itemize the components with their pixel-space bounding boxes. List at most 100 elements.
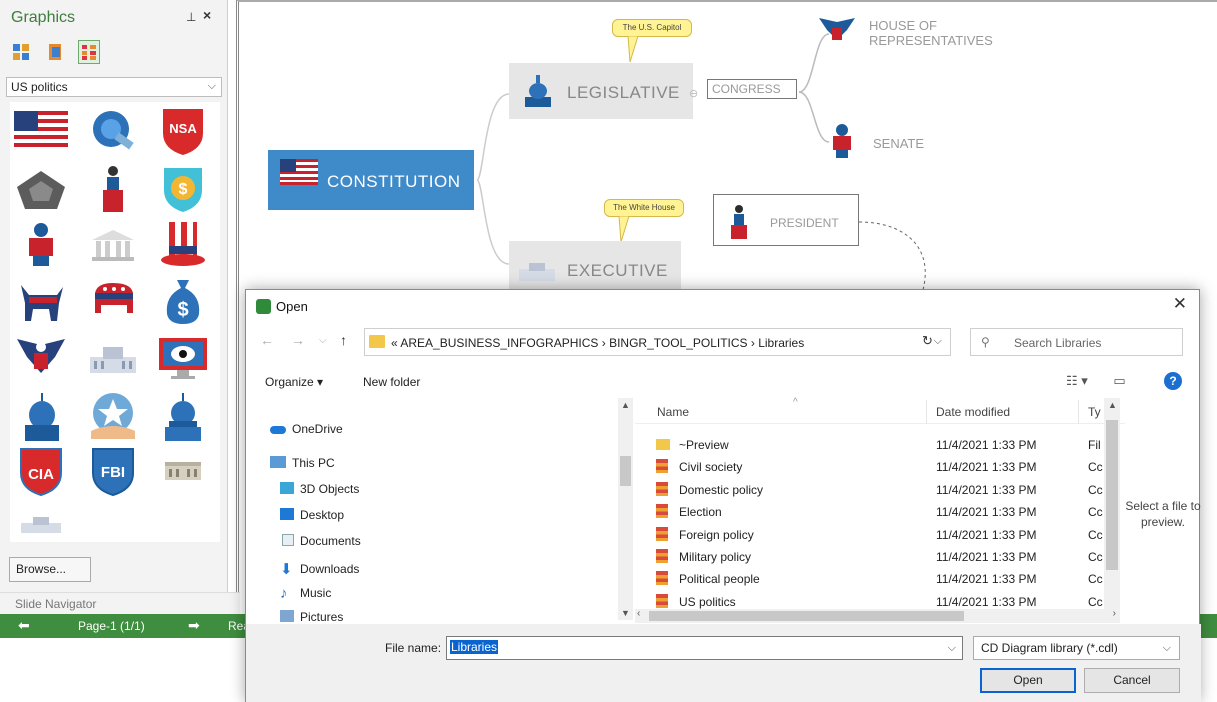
open-button[interactable]: Open — [980, 668, 1076, 693]
back-arrow-icon[interactable]: ← — [260, 332, 274, 348]
government-building-icon[interactable] — [154, 442, 212, 500]
eagle-emblem-icon[interactable] — [12, 330, 70, 388]
house-node[interactable]: HOUSE OF REPRESENTATIVES — [869, 18, 993, 48]
column-divider[interactable] — [926, 400, 927, 424]
scroll-thumb[interactable] — [620, 456, 631, 486]
file-row[interactable]: US politics 11/4/2021 1:33 PM Cc — [635, 591, 1125, 610]
close-icon[interactable]: ✕ — [1173, 294, 1187, 314]
uncle-sam-hat-icon[interactable] — [154, 216, 212, 274]
file-row[interactable]: Election 11/4/2021 1:33 PM Cc — [635, 501, 1125, 523]
president-node[interactable]: PRESIDENT — [713, 194, 859, 246]
file-list-scrollbar[interactable]: ▲ ▼ — [1104, 398, 1120, 620]
nav-item-desktop[interactable]: Desktop — [280, 508, 344, 522]
white-house-small-icon[interactable] — [12, 496, 70, 554]
pentagon-icon[interactable] — [12, 160, 70, 218]
white-house-callout[interactable]: The White House — [604, 199, 684, 217]
capitol-dome-icon[interactable] — [154, 388, 212, 446]
library-select[interactable]: US politics ⌵ — [6, 77, 222, 97]
nav-item-downloads[interactable]: ⬇ Downloads — [280, 560, 359, 578]
column-date-modified[interactable]: Date modified — [936, 405, 1010, 419]
close-icon[interactable]: × — [203, 7, 211, 23]
column-divider[interactable] — [1078, 400, 1079, 424]
recent-locations-chevron-icon[interactable]: ⌵ — [319, 335, 327, 346]
republican-elephant-icon[interactable] — [84, 272, 142, 330]
legislative-node[interactable]: LEGISLATIVE — [509, 63, 693, 119]
globe-satellite-icon[interactable] — [84, 102, 142, 160]
fbi-shield-icon[interactable]: FBI — [84, 442, 142, 500]
file-row[interactable]: Domestic policy 11/4/2021 1:33 PM Cc — [635, 479, 1125, 501]
nsa-shield-icon[interactable]: NSA — [154, 102, 212, 160]
senate-node[interactable]: SENATE — [873, 136, 924, 151]
next-page-icon[interactable]: ➡ — [188, 617, 200, 634]
preview-pane-message: Select a file to preview. — [1125, 499, 1201, 529]
help-icon[interactable]: ? — [1164, 372, 1182, 390]
search-input[interactable]: ⚲ Search Libraries — [970, 328, 1183, 356]
file-row[interactable]: Civil society 11/4/2021 1:33 PM Cc — [635, 456, 1125, 478]
column-name[interactable]: Name — [657, 405, 689, 419]
capitol-icon[interactable] — [12, 388, 70, 446]
column-type[interactable]: Ty — [1088, 405, 1101, 419]
new-folder-button[interactable]: New folder — [363, 375, 420, 389]
scroll-right-icon[interactable]: › — [1113, 608, 1116, 619]
scroll-thumb[interactable] — [649, 611, 964, 621]
scroll-up-icon[interactable]: ▲ — [1108, 400, 1117, 410]
navigation-scrollbar[interactable]: ▲ ▼ — [618, 398, 633, 620]
file-row[interactable]: Foreign policy 11/4/2021 1:33 PM Cc — [635, 524, 1125, 546]
collapse-toggle[interactable]: ⊖ — [689, 87, 698, 100]
chevron-down-icon[interactable]: ⌵ — [934, 335, 942, 348]
view-options[interactable]: ☷ ▾ ▭ — [1066, 373, 1126, 389]
refresh-icon[interactable]: ↻ — [922, 333, 933, 349]
organize-button[interactable]: Organize ▾ — [265, 375, 323, 389]
file-row[interactable]: Military policy 11/4/2021 1:33 PM Cc — [635, 546, 1125, 568]
scroll-left-icon[interactable]: ‹ — [637, 608, 640, 619]
preview-pane-icon[interactable]: ▭ — [1113, 373, 1125, 388]
up-arrow-icon[interactable]: ↑ — [340, 332, 347, 348]
svg-text:$: $ — [179, 181, 188, 198]
congress-node[interactable]: CONGRESS — [707, 79, 797, 99]
address-bar[interactable]: « AREA_BUSINESS_INFOGRAPHICS › BINGR_TOO… — [364, 328, 951, 356]
slide-navigator-tab[interactable]: Slide Navigator — [0, 592, 240, 614]
nav-item-documents[interactable]: Documents — [280, 534, 361, 548]
previous-page-icon[interactable]: ⬅ — [18, 617, 30, 634]
president-podium-icon[interactable] — [84, 160, 142, 218]
handshake-star-icon[interactable] — [84, 388, 142, 446]
money-bag-icon[interactable]: $ — [154, 272, 212, 330]
forward-arrow-icon[interactable]: → — [291, 332, 305, 348]
white-house-icon[interactable] — [84, 330, 142, 388]
nav-item-this-pc[interactable]: This PC — [270, 456, 335, 470]
category-view-icon[interactable] — [10, 40, 32, 64]
constitution-node[interactable]: CONSTITUTION — [268, 150, 474, 210]
dollar-shield-icon[interactable]: $ — [154, 160, 212, 218]
eagle-seal-icon[interactable] — [12, 216, 70, 274]
file-row[interactable]: ~Preview 11/4/2021 1:33 PM Fil — [635, 434, 1125, 456]
democrat-donkey-icon[interactable] — [12, 272, 70, 330]
capitol-callout[interactable]: The U.S. Capitol — [612, 19, 692, 37]
icon-grid-view-icon[interactable] — [78, 40, 100, 64]
pin-icon[interactable]: ⊥ — [186, 10, 196, 24]
file-name-input[interactable]: Libraries ⌵ — [446, 636, 963, 660]
file-name: Civil society — [679, 460, 743, 475]
executive-node[interactable]: EXECUTIVE — [509, 241, 681, 294]
supreme-court-icon[interactable] — [84, 216, 142, 274]
scroll-thumb[interactable] — [1106, 420, 1118, 570]
file-row[interactable]: Political people 11/4/2021 1:33 PM Cc — [635, 568, 1125, 590]
scroll-down-icon[interactable]: ▼ — [621, 608, 630, 618]
book-library-icon[interactable] — [44, 40, 66, 64]
folder-icon — [369, 335, 385, 348]
capitol-callout-text: The U.S. Capitol — [622, 23, 682, 32]
nav-item-music[interactable]: ♪ Music — [280, 585, 331, 602]
file-list: ~Preview 11/4/2021 1:33 PM Fil Civil societ… — [635, 434, 1125, 610]
chevron-down-icon[interactable]: ⌵ — [948, 642, 956, 655]
scroll-up-icon[interactable]: ▲ — [621, 400, 630, 410]
nav-item-pictures[interactable]: Pictures — [280, 610, 343, 624]
surveillance-monitor-icon[interactable] — [154, 330, 212, 388]
nav-item-onedrive[interactable]: OneDrive — [270, 422, 343, 436]
view-mode-icon[interactable]: ☷ ▾ — [1066, 373, 1088, 388]
cancel-button[interactable]: Cancel — [1084, 668, 1180, 693]
file-list-horizontal-scrollbar[interactable]: ‹ › — [635, 608, 1120, 623]
file-type-filter[interactable]: CD Diagram library (*.cdl) ⌵ — [973, 636, 1180, 660]
nav-item-3d-objects[interactable]: 3D Objects — [280, 482, 359, 496]
browse-button[interactable]: Browse... — [9, 557, 91, 582]
us-flag-icon[interactable] — [12, 102, 70, 160]
cia-shield-icon[interactable]: CIA — [12, 442, 70, 500]
